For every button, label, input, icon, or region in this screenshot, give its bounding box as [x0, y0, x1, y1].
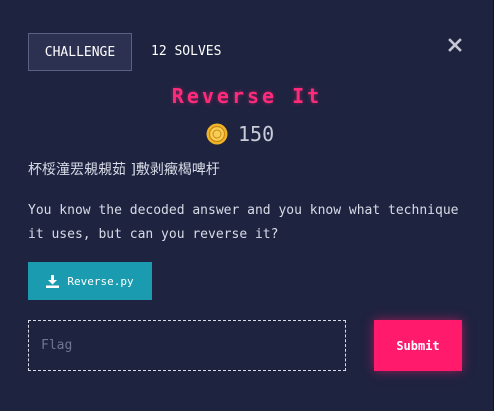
download-file-button[interactable]: Reverse.py [28, 262, 152, 300]
tab-challenge[interactable]: CHALLENGE [28, 33, 132, 71]
challenge-tags: 杯桵潼䍔䙻䙻茹 ]敷剥癥楬啤杅 [28, 162, 220, 178]
tab-solves-label: 12 SOLVES [151, 44, 222, 59]
close-icon [448, 38, 462, 52]
flag-input[interactable] [28, 320, 346, 371]
points-value: 150 [238, 122, 275, 146]
download-file-label: Reverse.py [67, 274, 134, 288]
challenge-title: Reverse It [171, 84, 323, 108]
tab-challenge-label: CHALLENGE [44, 44, 116, 60]
coin-icon [206, 123, 228, 145]
points-display: 150 [206, 120, 274, 148]
challenge-description: You know the decoded answer and you know… [28, 203, 459, 242]
download-icon [46, 274, 60, 288]
close-button[interactable] [446, 36, 464, 54]
tab-solves[interactable]: 12 SOLVES [151, 44, 221, 60]
submit-button[interactable]: Submit [374, 320, 462, 371]
submit-label: Submit [396, 338, 440, 353]
